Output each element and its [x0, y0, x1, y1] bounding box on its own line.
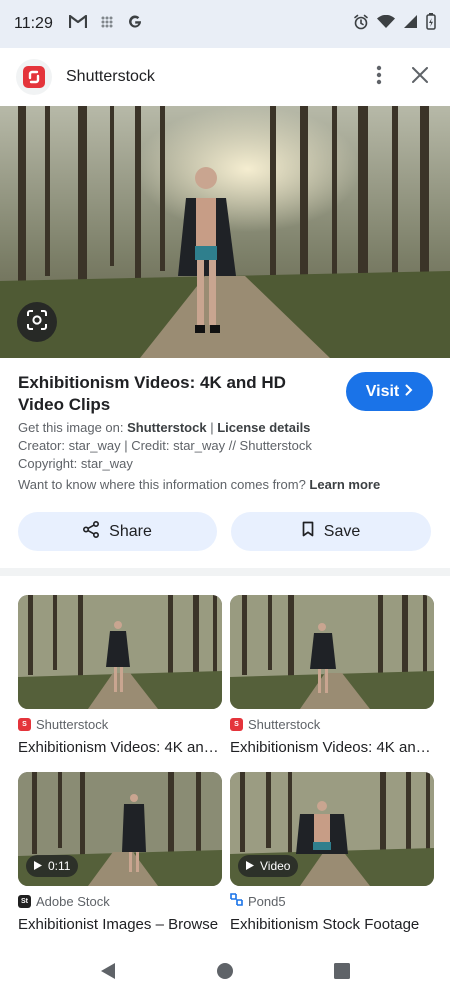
gmail-icon: [68, 14, 87, 34]
shutterstock-logo-icon: S: [230, 717, 243, 731]
recents-icon[interactable]: [334, 962, 350, 984]
related-thumbnail[interactable]: 0:11: [18, 772, 222, 886]
app-bar: Shutterstock: [0, 48, 450, 106]
creator-line: Creator: star_way | Credit: star_way // …: [18, 438, 312, 453]
duration-label: 0:11: [48, 859, 71, 873]
close-icon[interactable]: [412, 66, 428, 88]
video-badge: Video: [238, 855, 299, 877]
play-icon: [34, 859, 42, 873]
system-nav-bar: [0, 946, 450, 1000]
play-icon: [246, 859, 254, 873]
share-label: Share: [109, 522, 152, 540]
info-line: Want to know where this information come…: [18, 477, 380, 492]
signal-icon: [403, 14, 418, 34]
bookmark-icon: [302, 521, 314, 542]
shutterstock-logo: [16, 59, 52, 95]
related-source: Adobe Stock: [36, 893, 110, 909]
status-bar: 11:29: [0, 0, 450, 48]
app-title: Shutterstock: [66, 68, 155, 85]
source-line: Get this image on: Shutterstock | Licens…: [18, 420, 311, 435]
visit-label: Visit: [365, 382, 400, 400]
video-label: Video: [260, 859, 291, 873]
related-thumbnail[interactable]: [18, 595, 222, 709]
save-button[interactable]: Save: [231, 512, 431, 551]
related-title[interactable]: Exhibitionism Videos: 4K and HD Video Cl…: [18, 739, 222, 756]
wifi-icon: [377, 14, 395, 34]
pond5-logo-icon: [230, 893, 243, 909]
battery-icon: [426, 13, 436, 35]
save-label: Save: [323, 522, 361, 540]
source-prefix: Get this image on:: [18, 420, 124, 435]
duration-badge: 0:11: [26, 855, 79, 877]
related-card[interactable]: 0:11 St Adobe Stock Exhibitionist Images…: [18, 772, 222, 933]
section-divider: [0, 568, 450, 576]
more-vert-icon[interactable]: [376, 65, 382, 90]
share-button[interactable]: Share: [18, 512, 217, 551]
home-icon[interactable]: [216, 962, 234, 985]
result-title[interactable]: Exhibitionism Videos: 4K and HD Video Cl…: [18, 372, 318, 416]
related-source: Shutterstock: [36, 716, 109, 732]
related-card[interactable]: S Shutterstock Exhibitionism Videos: 4K …: [230, 595, 434, 756]
related-source: Pond5: [248, 893, 286, 909]
back-icon[interactable]: [100, 962, 116, 985]
related-thumbnail[interactable]: Video: [230, 772, 434, 886]
chevron-right-icon: [405, 383, 413, 401]
adobe-stock-logo-icon: St: [18, 894, 31, 908]
related-card[interactable]: S Shutterstock Exhibitionism Videos: 4K …: [18, 595, 222, 756]
info-question: Want to know where this information come…: [18, 477, 306, 492]
google-icon: [127, 14, 143, 35]
copyright-line: Copyright: star_way: [18, 456, 133, 471]
hero-image[interactable]: [0, 106, 450, 358]
license-details-link[interactable]: License details: [217, 420, 310, 435]
shutterstock-logo-icon: S: [18, 717, 31, 731]
grid-icon: [101, 15, 113, 33]
alarm-icon: [353, 14, 369, 35]
related-title[interactable]: Exhibitionism Videos: 4K and HD Video Cl…: [230, 739, 434, 756]
related-card[interactable]: Video Pond5 Exhibitionism Stock Footage: [230, 772, 434, 933]
learn-more-link[interactable]: Learn more: [309, 477, 380, 492]
status-time: 11:29: [14, 15, 53, 32]
related-title[interactable]: Exhibitionism Stock Footage: [230, 916, 434, 933]
related-thumbnail[interactable]: [230, 595, 434, 709]
related-title[interactable]: Exhibitionist Images – Browse: [18, 916, 222, 933]
share-icon: [83, 520, 100, 543]
related-source: Shutterstock: [248, 716, 321, 732]
lens-icon: [26, 309, 48, 336]
lens-button[interactable]: [17, 302, 57, 342]
visit-button[interactable]: Visit: [346, 372, 433, 411]
source-name-link[interactable]: Shutterstock: [127, 420, 206, 435]
